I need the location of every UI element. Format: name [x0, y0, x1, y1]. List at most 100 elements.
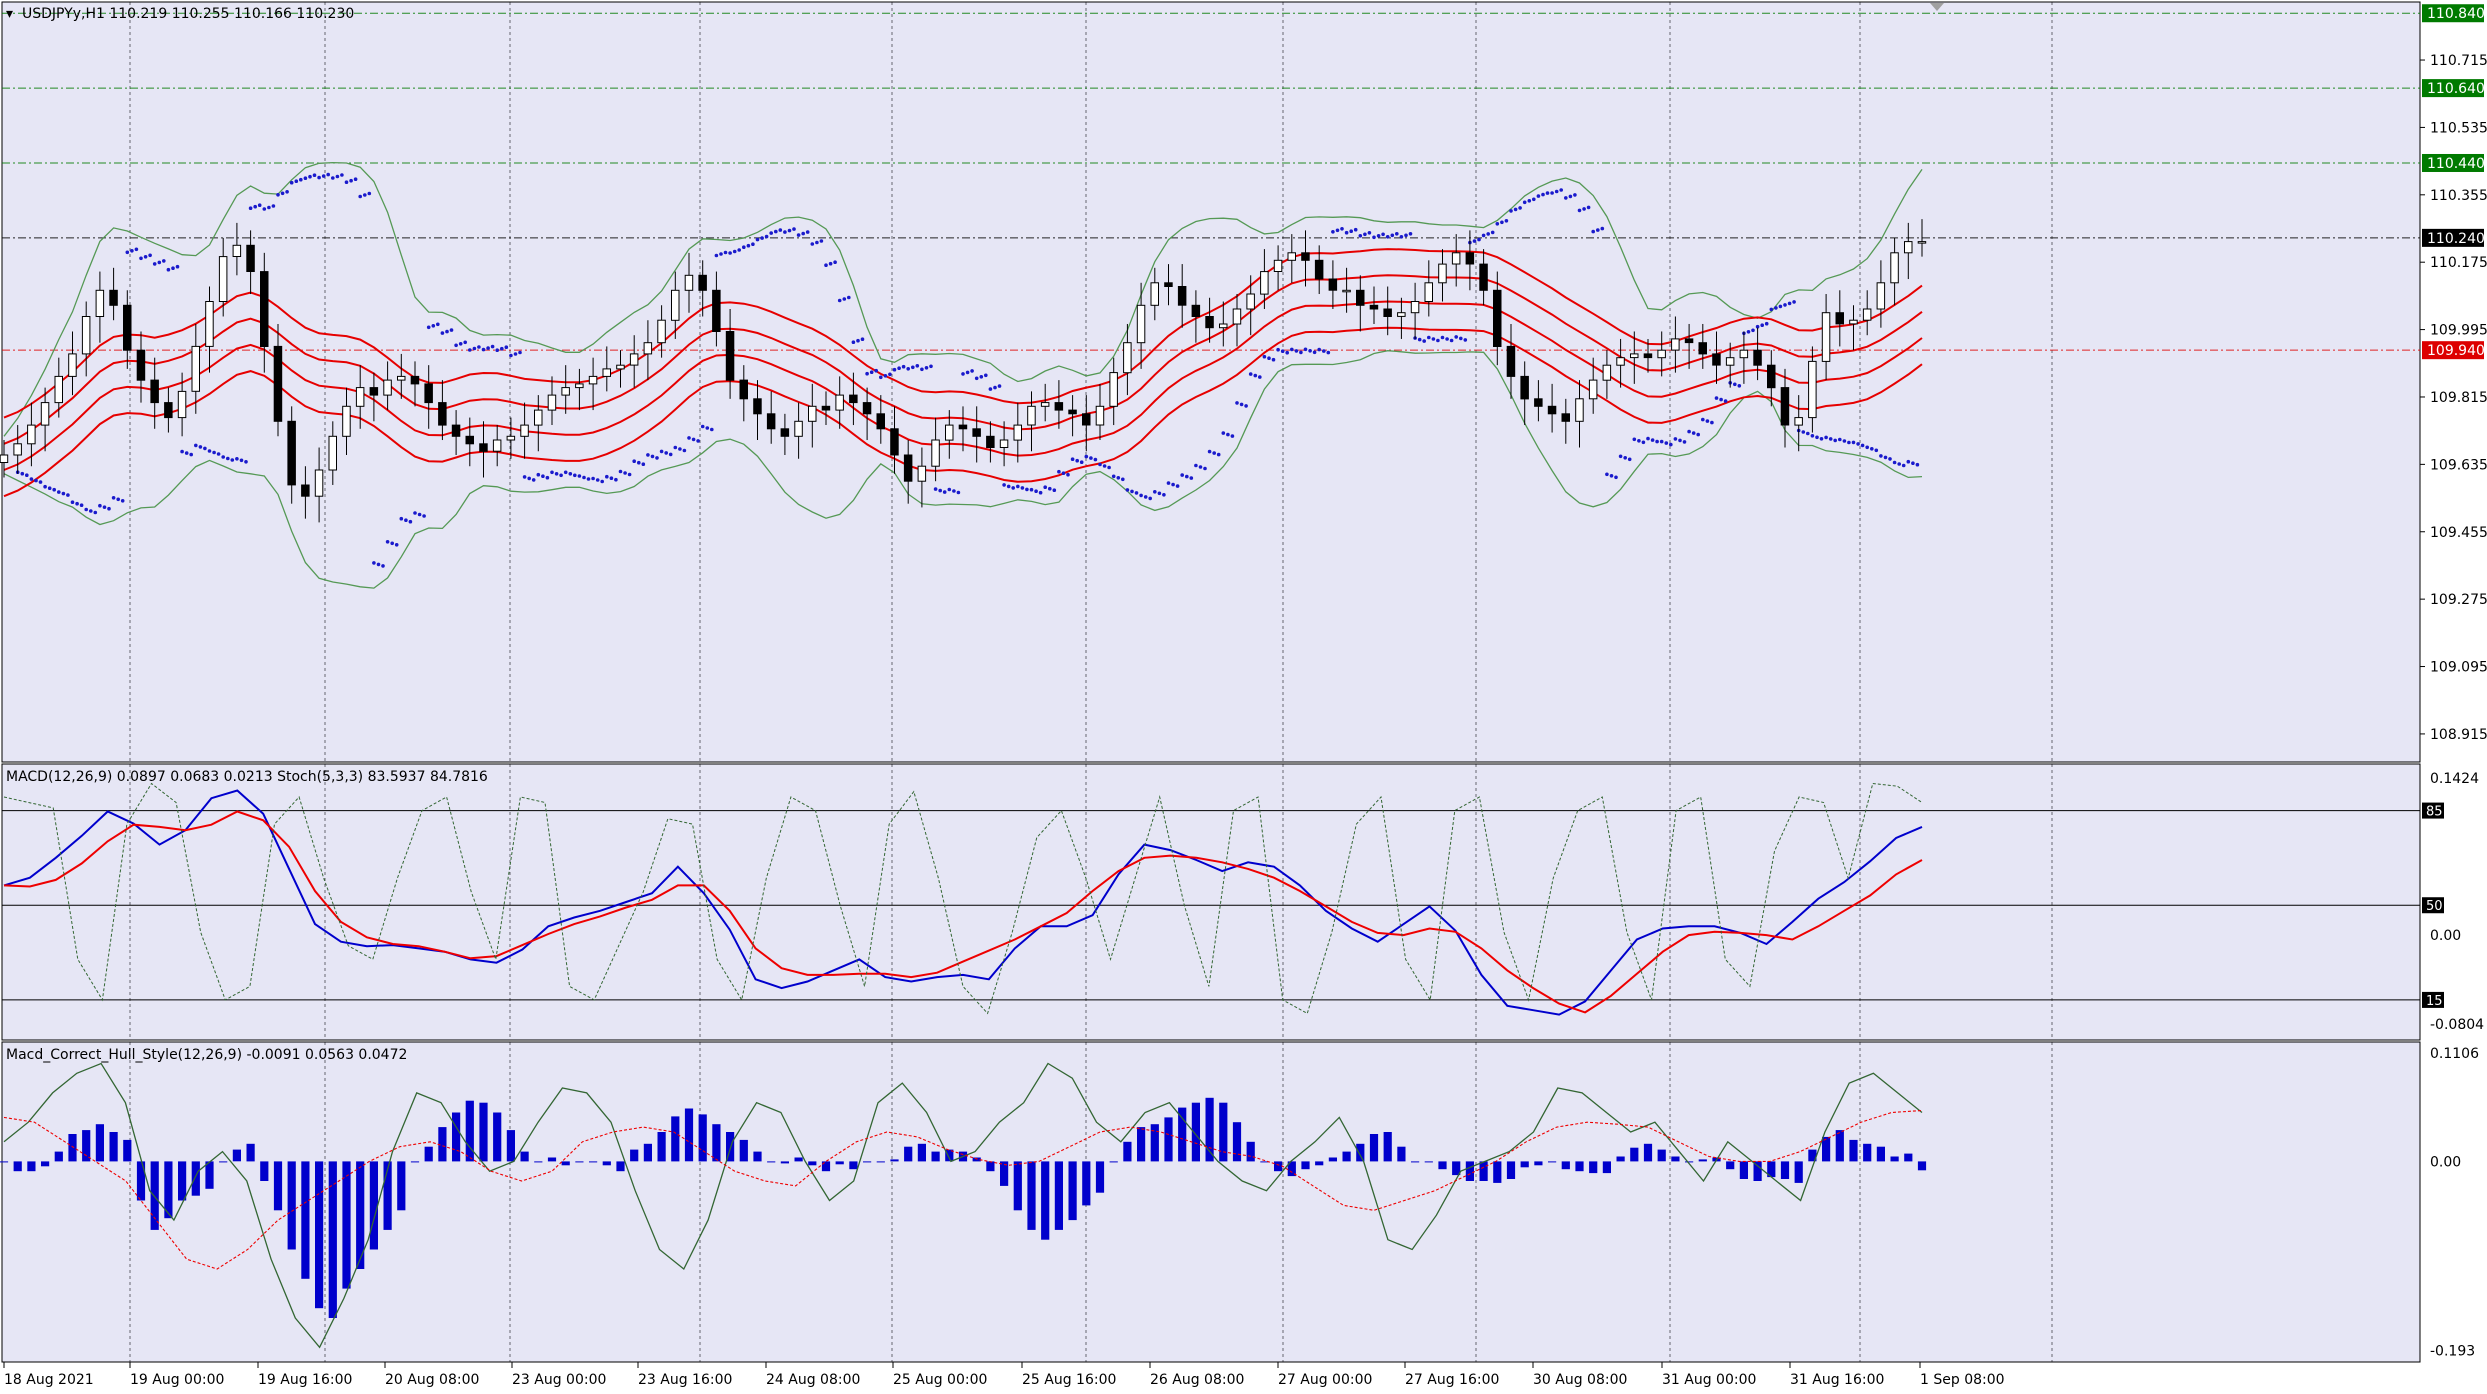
sar-dot	[1586, 205, 1591, 210]
hull-bar	[1301, 1161, 1310, 1170]
bear-candle	[712, 289, 721, 332]
sar-dot	[1367, 231, 1372, 235]
sar-dot	[253, 204, 257, 209]
hull-bar	[1849, 1139, 1858, 1162]
sar-dot	[152, 262, 157, 266]
hull-axis[interactable]: 0.1106 0.00 -0.193	[2430, 1046, 2479, 1359]
level-tag-label: 85	[2426, 805, 2443, 820]
hull-bar	[630, 1149, 639, 1162]
bull-candle	[492, 439, 502, 452]
sar-dot	[276, 193, 280, 197]
bear-candle	[1506, 345, 1516, 377]
bear-candle	[890, 428, 899, 456]
sar-dot	[906, 367, 910, 371]
sar-dot	[436, 322, 440, 327]
sar-dot	[911, 365, 915, 370]
hull-bar	[178, 1161, 187, 1201]
sar-dot	[682, 448, 687, 453]
macd-axis[interactable]: 0.1424 0.00 -0.0804 85 50 15	[2422, 771, 2484, 1033]
sar-dot	[1111, 474, 1116, 479]
sar-dot	[732, 249, 737, 254]
hull-bar	[0, 1161, 9, 1163]
price-pane[interactable]	[1, 1, 2421, 763]
hull-bar	[150, 1161, 159, 1230]
bull-candle	[1588, 379, 1598, 400]
bull-candle	[1808, 360, 1817, 419]
hull-bar	[1137, 1127, 1146, 1162]
hull-bar	[931, 1151, 940, 1162]
sar-dot	[166, 267, 171, 272]
sar-dot	[623, 471, 627, 475]
sar-dot	[111, 496, 116, 500]
macd-pane[interactable]	[1, 763, 2421, 1041]
sar-dot	[591, 476, 595, 481]
bear-candle	[1164, 282, 1173, 287]
sar-dot	[198, 445, 203, 449]
close-dropdown-icon[interactable]: ▾	[6, 6, 13, 22]
sar-dot	[98, 503, 102, 508]
bear-candle	[1835, 312, 1844, 325]
sar-dot	[1856, 442, 1860, 446]
sar-dot	[221, 455, 225, 459]
sar-dot	[536, 472, 541, 477]
sar-dot	[1340, 227, 1344, 231]
sar-dot	[582, 475, 586, 480]
bull-candle	[1657, 349, 1666, 359]
hull-bar	[1054, 1161, 1063, 1230]
sar-dot	[1372, 235, 1376, 240]
sar-dot	[627, 472, 632, 477]
sar-dot	[965, 370, 970, 375]
sar-dot	[541, 474, 545, 479]
bull-candle	[1794, 417, 1803, 426]
sar-dot	[719, 252, 723, 256]
sar-dot	[1568, 194, 1573, 199]
bear-candle	[246, 244, 255, 273]
sar-dot	[1404, 233, 1408, 238]
bull-candle	[1219, 323, 1228, 329]
sar-dot	[1299, 350, 1303, 355]
hull-bar	[739, 1139, 748, 1162]
sar-dot	[1262, 354, 1267, 359]
level-tag-label: 15	[2426, 994, 2443, 1009]
sar-dot	[984, 373, 988, 378]
hull-bar	[1369, 1134, 1379, 1162]
sar-dot	[1353, 227, 1358, 232]
bear-candle	[1698, 342, 1707, 355]
sar-dot	[1664, 441, 1669, 445]
sar-dot	[1564, 196, 1568, 200]
hull-bar	[1561, 1161, 1570, 1170]
sar-dot	[1550, 191, 1554, 195]
sar-dot	[1513, 207, 1518, 212]
sar-dot	[417, 512, 422, 517]
sar-dot	[1445, 337, 1449, 341]
sar-dot	[449, 328, 454, 332]
sar-dot	[1125, 488, 1130, 492]
sar-dot	[1682, 440, 1687, 444]
sar-dot	[819, 239, 824, 243]
sar-dot	[1098, 462, 1102, 467]
hull-bar	[589, 1161, 598, 1163]
sar-dot	[43, 484, 47, 489]
sar-dot	[1207, 449, 1212, 454]
sar-dot	[824, 263, 828, 268]
time-axis[interactable]: 18 Aug 2021 19 Aug 00:00 19 Aug 16:00 20 Au…	[3, 1362, 2005, 1388]
hull-bar	[1616, 1156, 1625, 1162]
bear-candle	[1684, 338, 1694, 344]
bear-candle	[136, 349, 146, 381]
bull-candle	[999, 439, 1009, 448]
sar-dot	[1180, 473, 1184, 477]
sar-dot	[207, 449, 212, 453]
sar-dot	[404, 518, 408, 522]
sar-dot	[1043, 485, 1047, 490]
sar-dot	[1134, 491, 1139, 495]
sar-dot	[1440, 335, 1445, 340]
hull-bar	[1123, 1141, 1132, 1162]
bear-candle	[958, 424, 968, 430]
hull-bar	[1534, 1161, 1543, 1166]
sar-dot	[495, 348, 500, 353]
sar-dot	[801, 231, 805, 236]
hull-macd-pane[interactable]	[1, 1041, 2421, 1363]
sar-dot	[1851, 440, 1856, 445]
sar-dot	[751, 242, 755, 246]
sar-dot	[1285, 350, 1289, 355]
